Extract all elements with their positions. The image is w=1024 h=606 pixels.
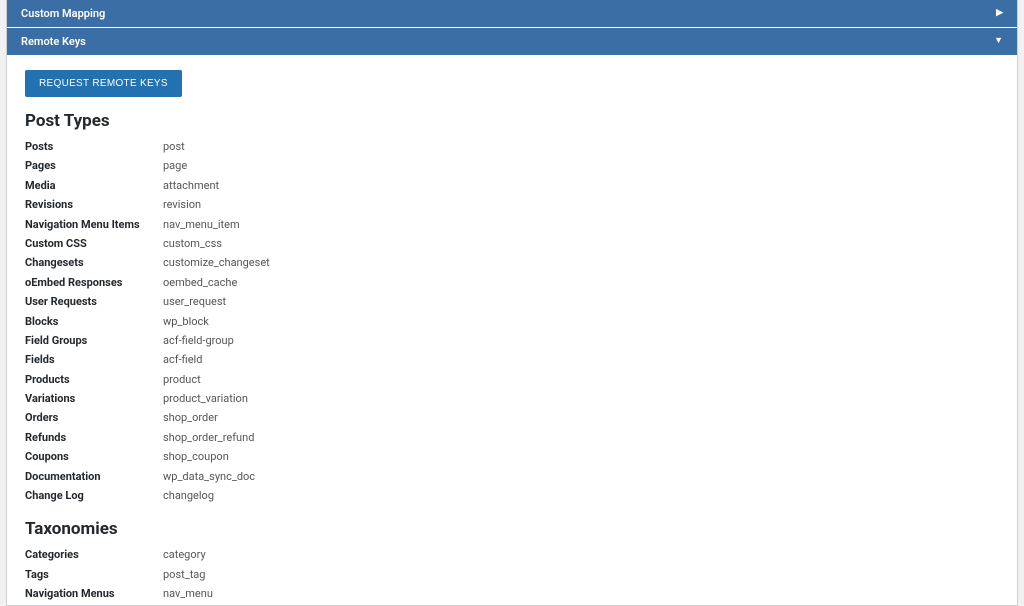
post-type-value: shop_coupon xyxy=(163,449,229,464)
post-type-label: Changesets xyxy=(25,255,163,270)
post-types-heading: Post Types xyxy=(25,111,999,131)
post-type-row: Documentationwp_data_sync_doc xyxy=(25,467,999,486)
post-type-value: oembed_cache xyxy=(163,275,237,290)
post-type-value: shop_order_refund xyxy=(163,430,254,445)
post-type-row: Field Groupsacf-field-group xyxy=(25,331,999,350)
post-type-label: User Requests xyxy=(25,294,163,309)
accordion-header-custom-mapping[interactable]: Custom Mapping ▶ xyxy=(7,0,1017,28)
post-type-row: User Requestsuser_request xyxy=(25,292,999,311)
taxonomy-label: Navigation Menus xyxy=(25,586,163,601)
post-type-value: revision xyxy=(163,197,201,212)
post-type-value: product_variation xyxy=(163,391,248,406)
accordion-title-custom-mapping: Custom Mapping xyxy=(21,7,105,20)
post-type-row: Couponsshop_coupon xyxy=(25,447,999,466)
post-type-value: customize_changeset xyxy=(163,255,270,270)
post-type-value: custom_css xyxy=(163,236,222,251)
post-type-row: Pagespage xyxy=(25,156,999,175)
post-type-row: Blockswp_block xyxy=(25,312,999,331)
main-panel: Custom Mapping ▶ Remote Keys ▼ REQUEST R… xyxy=(6,0,1018,606)
post-type-row: Mediaattachment xyxy=(25,176,999,195)
chevron-down-icon: ▼ xyxy=(994,37,1003,46)
post-type-row: Variationsproduct_variation xyxy=(25,389,999,408)
post-type-row: Revisionsrevision xyxy=(25,195,999,214)
post-type-row: Productsproduct xyxy=(25,370,999,389)
post-type-row: Changesetscustomize_changeset xyxy=(25,253,999,272)
post-type-label: Products xyxy=(25,372,163,387)
chevron-right-icon: ▶ xyxy=(996,9,1003,18)
post-type-label: Documentation xyxy=(25,469,163,484)
post-type-row: Change Logchangelog xyxy=(25,486,999,505)
taxonomy-label: Tags xyxy=(25,567,163,582)
post-type-value: acf-field-group xyxy=(163,333,234,348)
post-type-value: acf-field xyxy=(163,352,202,367)
post-type-label: Pages xyxy=(25,158,163,173)
post-type-row: Ordersshop_order xyxy=(25,408,999,427)
post-type-label: Posts xyxy=(25,139,163,154)
accordion-title-remote-keys: Remote Keys xyxy=(21,35,86,48)
request-remote-keys-button[interactable]: REQUEST REMOTE KEYS xyxy=(25,70,182,97)
post-type-row: Custom CSScustom_css xyxy=(25,234,999,253)
post-type-label: Change Log xyxy=(25,488,163,503)
taxonomies-heading: Taxonomies xyxy=(25,519,999,539)
accordion-header-remote-keys[interactable]: Remote Keys ▼ xyxy=(7,28,1017,56)
post-type-row: oEmbed Responsesoembed_cache xyxy=(25,273,999,292)
remote-keys-panel: REQUEST REMOTE KEYS Post Types Postspost… xyxy=(7,56,1017,606)
post-type-value: product xyxy=(163,372,201,387)
taxonomy-row: Categoriescategory xyxy=(25,545,999,564)
post-type-label: Navigation Menu Items xyxy=(25,217,163,232)
taxonomy-label: Categories xyxy=(25,547,163,562)
taxonomy-value: nav_menu xyxy=(163,586,213,601)
taxonomy-row: Navigation Menusnav_menu xyxy=(25,584,999,603)
post-type-label: Fields xyxy=(25,352,163,367)
post-type-label: Variations xyxy=(25,391,163,406)
post-type-value: wp_block xyxy=(163,314,209,329)
post-type-row: Refundsshop_order_refund xyxy=(25,428,999,447)
post-types-list: PostspostPagespageMediaattachmentRevisio… xyxy=(25,137,999,505)
post-type-label: oEmbed Responses xyxy=(25,275,163,290)
post-type-label: Custom CSS xyxy=(25,236,163,251)
post-type-label: Coupons xyxy=(25,449,163,464)
post-type-value: shop_order xyxy=(163,410,218,425)
post-type-value: post xyxy=(163,139,185,154)
post-type-value: user_request xyxy=(163,294,226,309)
post-type-value: page xyxy=(163,158,187,173)
taxonomy-value: category xyxy=(163,547,206,562)
post-type-row: Postspost xyxy=(25,137,999,156)
post-type-value: nav_menu_item xyxy=(163,217,240,232)
post-type-value: wp_data_sync_doc xyxy=(163,469,255,484)
post-type-label: Revisions xyxy=(25,197,163,212)
post-type-label: Media xyxy=(25,178,163,193)
post-type-row: Navigation Menu Itemsnav_menu_item xyxy=(25,215,999,234)
taxonomy-value: post_tag xyxy=(163,567,205,582)
post-type-value: changelog xyxy=(163,488,214,503)
post-type-label: Blocks xyxy=(25,314,163,329)
taxonomies-list: CategoriescategoryTagspost_tagNavigation… xyxy=(25,545,999,606)
post-type-label: Field Groups xyxy=(25,333,163,348)
taxonomy-row: Tagspost_tag xyxy=(25,565,999,584)
post-type-label: Orders xyxy=(25,410,163,425)
post-type-label: Refunds xyxy=(25,430,163,445)
post-type-row: Fieldsacf-field xyxy=(25,350,999,369)
post-type-value: attachment xyxy=(163,178,219,193)
